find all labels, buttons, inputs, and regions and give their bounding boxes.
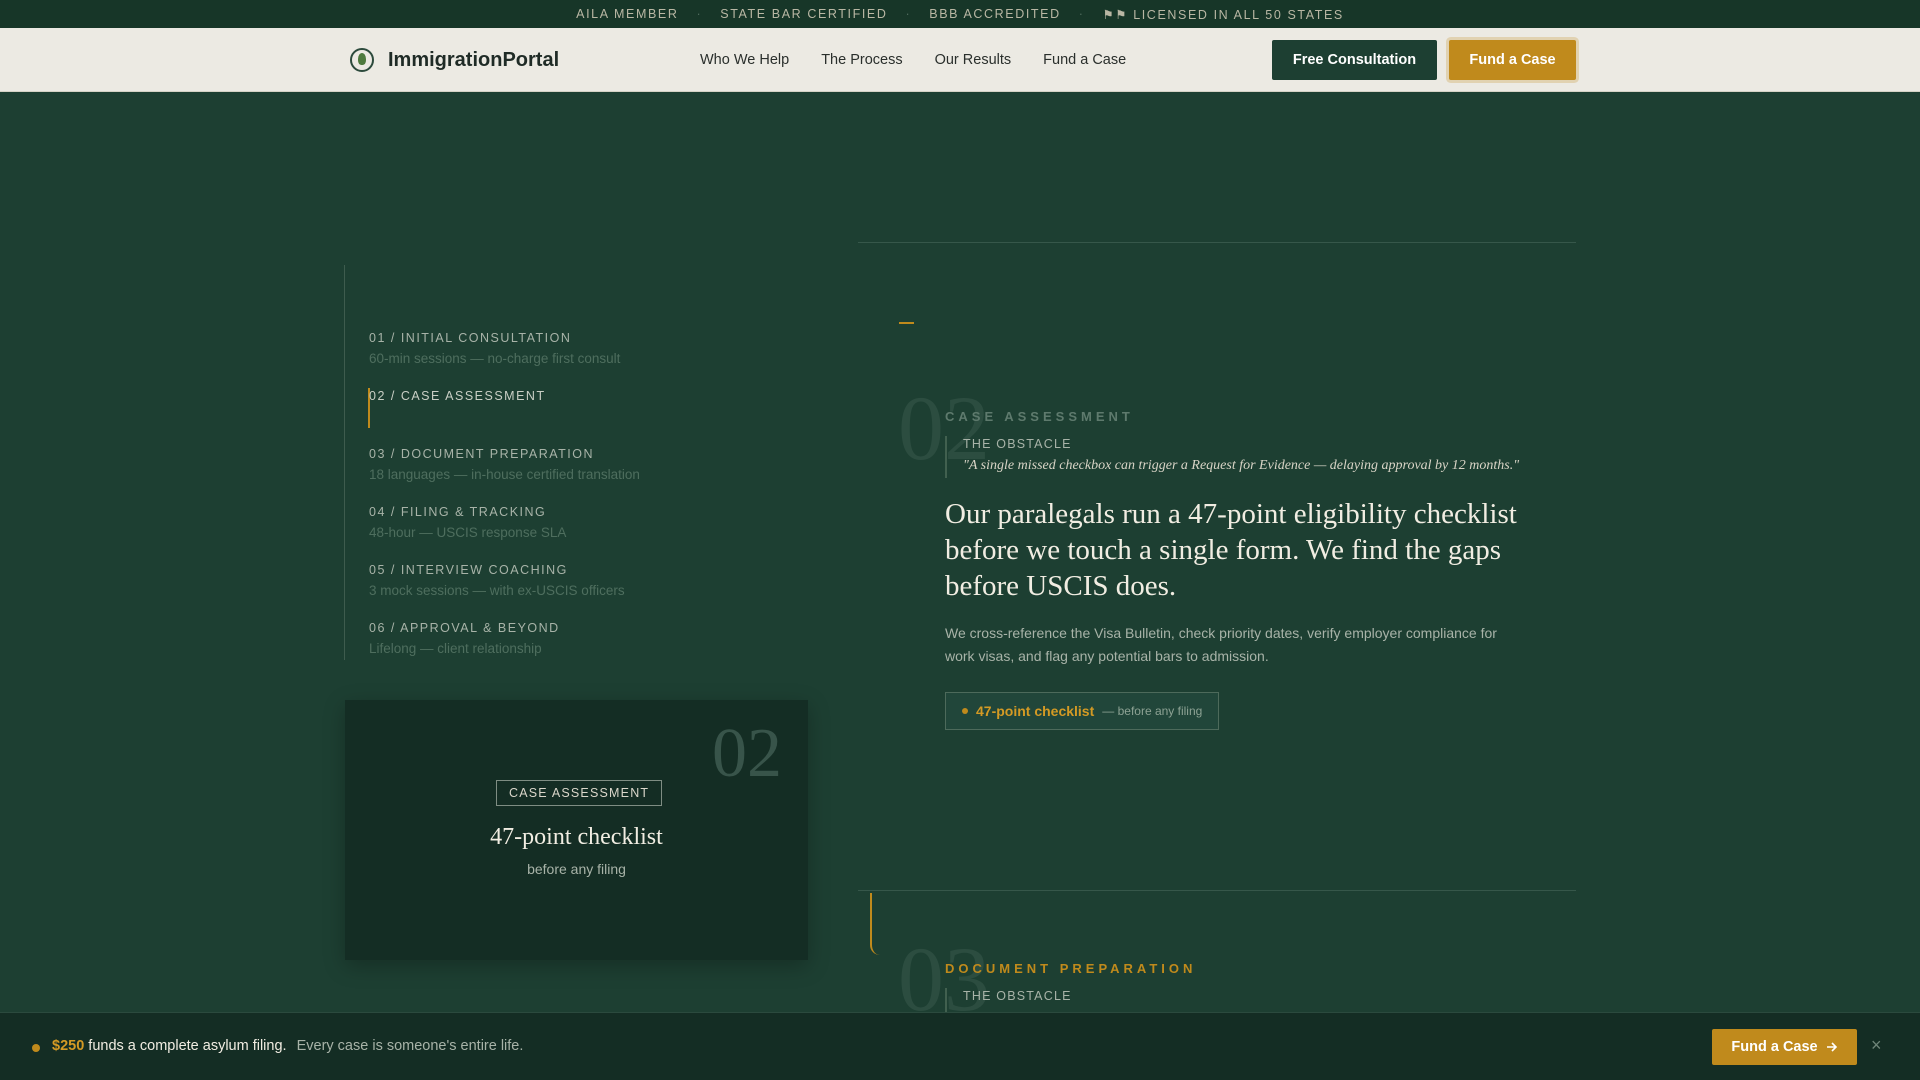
donation-note: Every case is someone's entire life. bbox=[296, 1038, 524, 1054]
card-step-number: 02 bbox=[712, 715, 782, 792]
arrow-right-icon bbox=[1826, 1042, 1837, 1052]
pill-note: — before any filing bbox=[1102, 704, 1203, 718]
timeline-step-1[interactable]: 01 / INITIAL CONSULTATION 60-min session… bbox=[369, 331, 620, 366]
card-title: 47-point checklist bbox=[490, 824, 663, 850]
card-badge: CASE ASSESSMENT bbox=[496, 780, 663, 806]
dot-icon bbox=[962, 708, 968, 714]
highlight-pill: 47-point checklist — before any filing bbox=[945, 692, 1220, 730]
step-title: 06 / APPROVAL & BEYOND bbox=[369, 621, 560, 635]
step-title: 02 / CASE ASSESSMENT bbox=[369, 389, 546, 403]
section-label: CASE ASSESSMENT bbox=[945, 409, 1134, 424]
section-label: DOCUMENT PREPARATION bbox=[945, 961, 1197, 976]
separator: · bbox=[696, 7, 703, 21]
free-consultation-button[interactable]: Free Consultation bbox=[1272, 40, 1437, 80]
nav-fund-a-case[interactable]: Fund a Case bbox=[1043, 52, 1126, 68]
obstacle-label: THE OBSTACLE bbox=[963, 437, 1072, 451]
close-icon[interactable]: × bbox=[1871, 1035, 1882, 1056]
accent-dash bbox=[899, 322, 914, 324]
step-title: 01 / INITIAL CONSULTATION bbox=[369, 331, 572, 345]
timeline-step-3[interactable]: 03 / DOCUMENT PREPARATION 18 languages —… bbox=[369, 447, 640, 482]
nav-who-we-help[interactable]: Who We Help bbox=[700, 52, 789, 68]
fund-a-case-button[interactable]: Fund a Case bbox=[1449, 40, 1576, 80]
timeline-step-5[interactable]: 05 / INTERVIEW COACHING 3 mock sessions … bbox=[369, 563, 625, 598]
trust-item-aila: AILA MEMBER bbox=[576, 7, 679, 21]
section-body: We cross-reference the Visa Bulletin, ch… bbox=[945, 625, 1497, 664]
obstacle-quote: "A single missed checkbox can trigger a … bbox=[963, 458, 1520, 473]
site-header: ImmigrationPortal Who We Help The Proces… bbox=[0, 28, 1920, 92]
step-title: 04 / FILING & TRACKING bbox=[369, 505, 547, 519]
step-subtitle: 3 mock sessions — with ex-USCIS officers bbox=[369, 583, 625, 598]
obstacle-label: THE OBSTACLE bbox=[963, 989, 1072, 1003]
timeline-step-4[interactable]: 04 / FILING & TRACKING 48-hour — USCIS r… bbox=[369, 505, 566, 540]
nav-our-results[interactable]: Our Results bbox=[935, 52, 1012, 68]
donation-amount: $250 bbox=[52, 1038, 85, 1054]
donation-main-text: funds a complete asylum filing. bbox=[88, 1038, 287, 1054]
logo[interactable]: ImmigrationPortal bbox=[350, 48, 559, 72]
flag-icon: ⚑⚑ bbox=[1102, 7, 1129, 22]
step-subtitle: 48-hour — USCIS response SLA bbox=[369, 525, 567, 540]
obstacle-bar bbox=[945, 988, 947, 1012]
separator: · bbox=[905, 7, 912, 21]
step-subtitle: 60-min sessions — no-charge first consul… bbox=[369, 351, 621, 366]
donation-message: $250 funds a complete asylum filing. Eve… bbox=[52, 1038, 523, 1054]
main-nav: Who We Help The Process Our Results Fund… bbox=[700, 52, 1126, 68]
separator: · bbox=[1078, 7, 1085, 21]
accent-curve bbox=[870, 893, 880, 955]
nav-the-process[interactable]: The Process bbox=[821, 52, 902, 68]
card-subtitle: before any filing bbox=[527, 861, 626, 877]
donation-sticky-bar: $250 funds a complete asylum filing. Eve… bbox=[0, 1012, 1920, 1080]
obstacle-bar bbox=[945, 436, 947, 478]
step-subtitle: Lifelong — client relationship bbox=[369, 641, 542, 656]
timeline-step-2[interactable]: 02 / CASE ASSESSMENT bbox=[369, 389, 546, 409]
step-title: 05 / INTERVIEW COACHING bbox=[369, 563, 568, 577]
step-preview-card: 02 CASE ASSESSMENT 47-point checklist be… bbox=[345, 700, 808, 960]
dot-icon bbox=[32, 1044, 40, 1052]
step-title: 03 / DOCUMENT PREPARATION bbox=[369, 447, 595, 461]
leaf-logo-icon bbox=[350, 48, 374, 72]
timeline-rail bbox=[344, 265, 345, 660]
section-headline: Our paralegals run a 47-point eligibilit… bbox=[945, 498, 1517, 602]
logo-text: ImmigrationPortal bbox=[388, 48, 560, 71]
section-divider bbox=[858, 242, 1576, 243]
trust-item-bbb: BBB ACCREDITED bbox=[929, 7, 1061, 21]
timeline-step-6[interactable]: 06 / APPROVAL & BEYOND Lifelong — client… bbox=[369, 621, 560, 656]
trust-item-state-bar: STATE BAR CERTIFIED bbox=[720, 7, 888, 21]
button-label: Fund a Case bbox=[1731, 1039, 1818, 1055]
sticky-fund-a-case-button[interactable]: Fund a Case bbox=[1712, 1029, 1857, 1065]
trust-item-licensed: ⚑⚑ LICENSED IN ALL 50 STATES bbox=[1102, 7, 1344, 22]
top-trust-bar: AILA MEMBER · STATE BAR CERTIFIED · BBB … bbox=[0, 0, 1920, 28]
pill-highlight: 47-point checklist bbox=[976, 703, 1095, 719]
section-divider bbox=[858, 890, 1576, 891]
step-subtitle: 18 languages — in-house certified transl… bbox=[369, 467, 640, 482]
